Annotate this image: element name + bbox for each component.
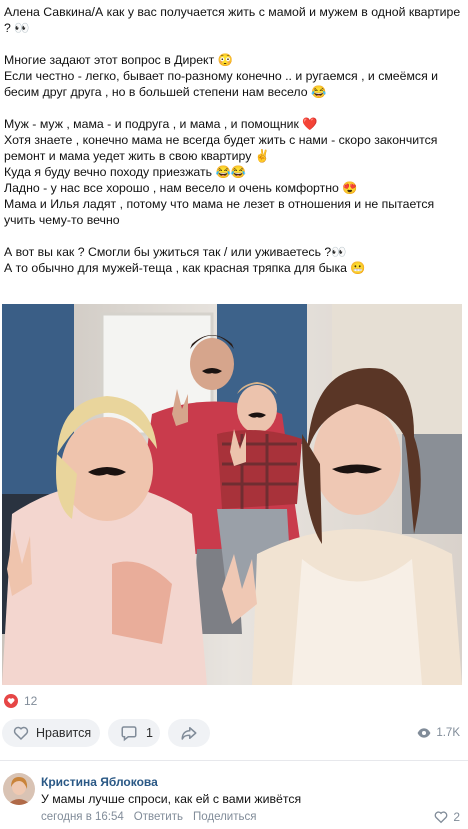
reply-link[interactable]: Ответить	[134, 811, 183, 823]
comments-count: 1	[146, 726, 153, 740]
comment-author[interactable]: Кристина Яблокова	[41, 775, 158, 789]
share-icon	[181, 727, 197, 740]
post-line: Мама и Илья ладят , потому что мама не л…	[4, 197, 438, 227]
avatar[interactable]	[3, 773, 35, 805]
post-line: Многие задают этот вопрос в Директ 😳	[4, 53, 233, 67]
post-line: Если честно - легко, бывает по-разному к…	[4, 69, 442, 99]
likes-count: 12	[24, 694, 38, 708]
comment-button[interactable]: 1	[108, 719, 160, 747]
comment-icon	[121, 726, 137, 742]
eye-icon	[417, 728, 431, 738]
heart-outline-icon	[434, 811, 448, 824]
post-line: А вот вы как ? Смогли бы ужиться так / и…	[4, 245, 347, 259]
views-counter: 1.7K	[417, 726, 460, 740]
post-line: Алена Савкина/А как у вас получается жит…	[4, 5, 464, 35]
comment: Кристина Яблокова У мамы лучше спроси, к…	[0, 768, 468, 828]
comment-time[interactable]: сегодня в 16:54	[41, 811, 124, 823]
post-line: Муж - муж , мама - и подруга , и мама , …	[4, 117, 318, 131]
comment-like-button[interactable]: 2	[433, 809, 460, 825]
share-link[interactable]: Поделиться	[193, 811, 257, 823]
post-line: Ладно - у нас все хорошо , нам весело и …	[4, 181, 358, 195]
family-photo-illustration	[2, 304, 462, 685]
post: Алена Савкина/А как у вас получается жит…	[0, 0, 468, 829]
comment-meta: сегодня в 16:54 Ответить Поделиться	[41, 811, 256, 823]
heart-icon	[4, 694, 18, 708]
likes-summary[interactable]: 12	[4, 694, 37, 708]
views-count: 1.7K	[436, 727, 460, 739]
like-button[interactable]: Нравится	[2, 719, 100, 747]
post-actions: 12 Нравится 1 1.7K	[0, 688, 468, 748]
like-label: Нравится	[36, 726, 92, 740]
heart-outline-icon	[13, 726, 29, 741]
divider	[0, 760, 468, 761]
post-line: Хотя знаете , конечно мама не всегда буд…	[4, 133, 441, 163]
comment-likes-count: 2	[453, 810, 460, 824]
post-photo[interactable]	[2, 304, 462, 685]
post-text: Алена Савкина/А как у вас получается жит…	[4, 4, 466, 276]
comment-text: У мамы лучше спроси, как ей с вами живёт…	[41, 792, 302, 806]
post-line: Куда я буду вечно походу приезжать 😂😂	[4, 165, 247, 179]
share-button[interactable]	[168, 719, 210, 747]
post-line: А то обычно для мужей-теща , как красная…	[4, 261, 366, 275]
avatar-image	[3, 773, 35, 805]
